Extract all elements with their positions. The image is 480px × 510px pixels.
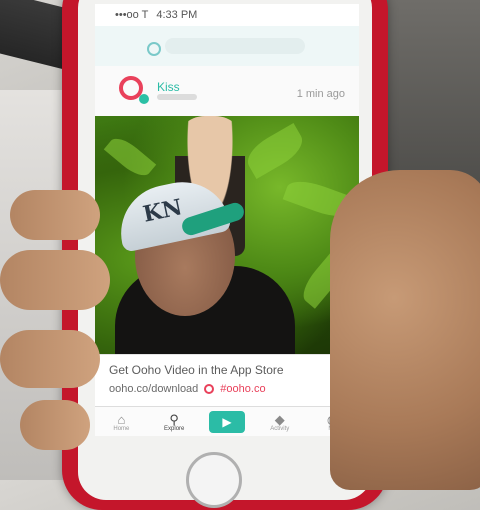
carrier-signal: •••oo T: [115, 9, 149, 21]
search-input[interactable]: [165, 38, 305, 54]
post-username[interactable]: Kiss: [157, 80, 180, 94]
finger: [0, 330, 100, 388]
activity-icon: ◆: [274, 411, 285, 427]
tab-record[interactable]: ▶: [207, 411, 247, 433]
home-button[interactable]: [186, 452, 242, 508]
promo-headline: Get Ooho Video in the App Store: [109, 363, 284, 377]
promo-brand[interactable]: #ooho.co: [220, 383, 265, 395]
search-row: [95, 26, 359, 66]
hand-palm: [330, 170, 480, 490]
tab-label: Home: [113, 425, 130, 432]
finger: [20, 400, 90, 450]
ooho-logo-icon: [204, 384, 215, 394]
post-header: Kiss 1 min ago: [95, 66, 359, 117]
promo-banner[interactable]: Get Ooho Video in the App Store ooho.co/…: [95, 354, 359, 407]
tab-activity[interactable]: ◆ Activity: [260, 413, 300, 432]
foliage: [241, 123, 309, 179]
phone-screen: •••oo T 4:33 PM Kiss 1 min ago KN Get Oo…: [95, 4, 359, 436]
tab-explore[interactable]: ⚲ Explore: [154, 413, 194, 432]
post-timestamp: 1 min ago: [296, 88, 345, 100]
search-icon: [147, 42, 161, 56]
promo-link-row: ooho.co/download #ooho.co: [109, 383, 266, 395]
foliage: [103, 132, 157, 182]
finger: [0, 250, 110, 310]
tab-label: Activity: [270, 425, 290, 432]
tab-bar: ⌂ Home ⚲ Explore ▶ ◆ Activity ◍ Me: [95, 406, 359, 436]
status-time: 4:33 PM: [156, 9, 198, 21]
post-sublabel: [157, 94, 197, 100]
home-icon: ⌂: [117, 411, 126, 427]
search-icon: ⚲: [169, 411, 179, 427]
tab-label: Explore: [164, 425, 185, 432]
status-bar: •••oo T 4:33 PM: [95, 4, 359, 26]
promo-url[interactable]: ooho.co/download: [109, 383, 198, 395]
online-indicator: [139, 94, 149, 104]
finger: [10, 190, 100, 240]
video-camera-icon: ▶: [208, 411, 245, 433]
tab-home[interactable]: ⌂ Home: [101, 413, 141, 432]
video-player[interactable]: KN: [95, 116, 359, 354]
